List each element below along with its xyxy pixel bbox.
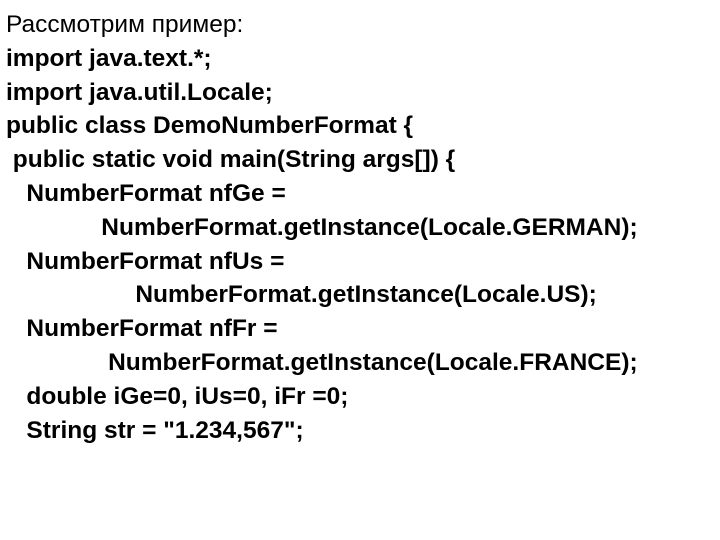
slide-content: Рассмотрим пример: import java.text.*; i…	[0, 0, 720, 447]
code-line: import java.text.*;	[6, 42, 714, 76]
code-line: String str = "1.234,567";	[6, 414, 714, 448]
code-line: public class DemoNumberFormat {	[6, 109, 714, 143]
code-line: NumberFormat nfFr =	[6, 312, 714, 346]
intro-text: Рассмотрим пример:	[6, 8, 714, 42]
code-line: NumberFormat.getInstance(Locale.FRANCE);	[6, 346, 714, 380]
code-line: NumberFormat nfGe =	[6, 177, 714, 211]
code-line: import java.util.Locale;	[6, 76, 714, 110]
code-line: NumberFormat.getInstance(Locale.GERMAN);	[6, 211, 714, 245]
code-line: double iGe=0, iUs=0, iFr =0;	[6, 380, 714, 414]
code-line: NumberFormat nfUs =	[6, 245, 714, 279]
code-line: NumberFormat.getInstance(Locale.US);	[6, 278, 714, 312]
code-line: public static void main(String args[]) {	[6, 143, 714, 177]
